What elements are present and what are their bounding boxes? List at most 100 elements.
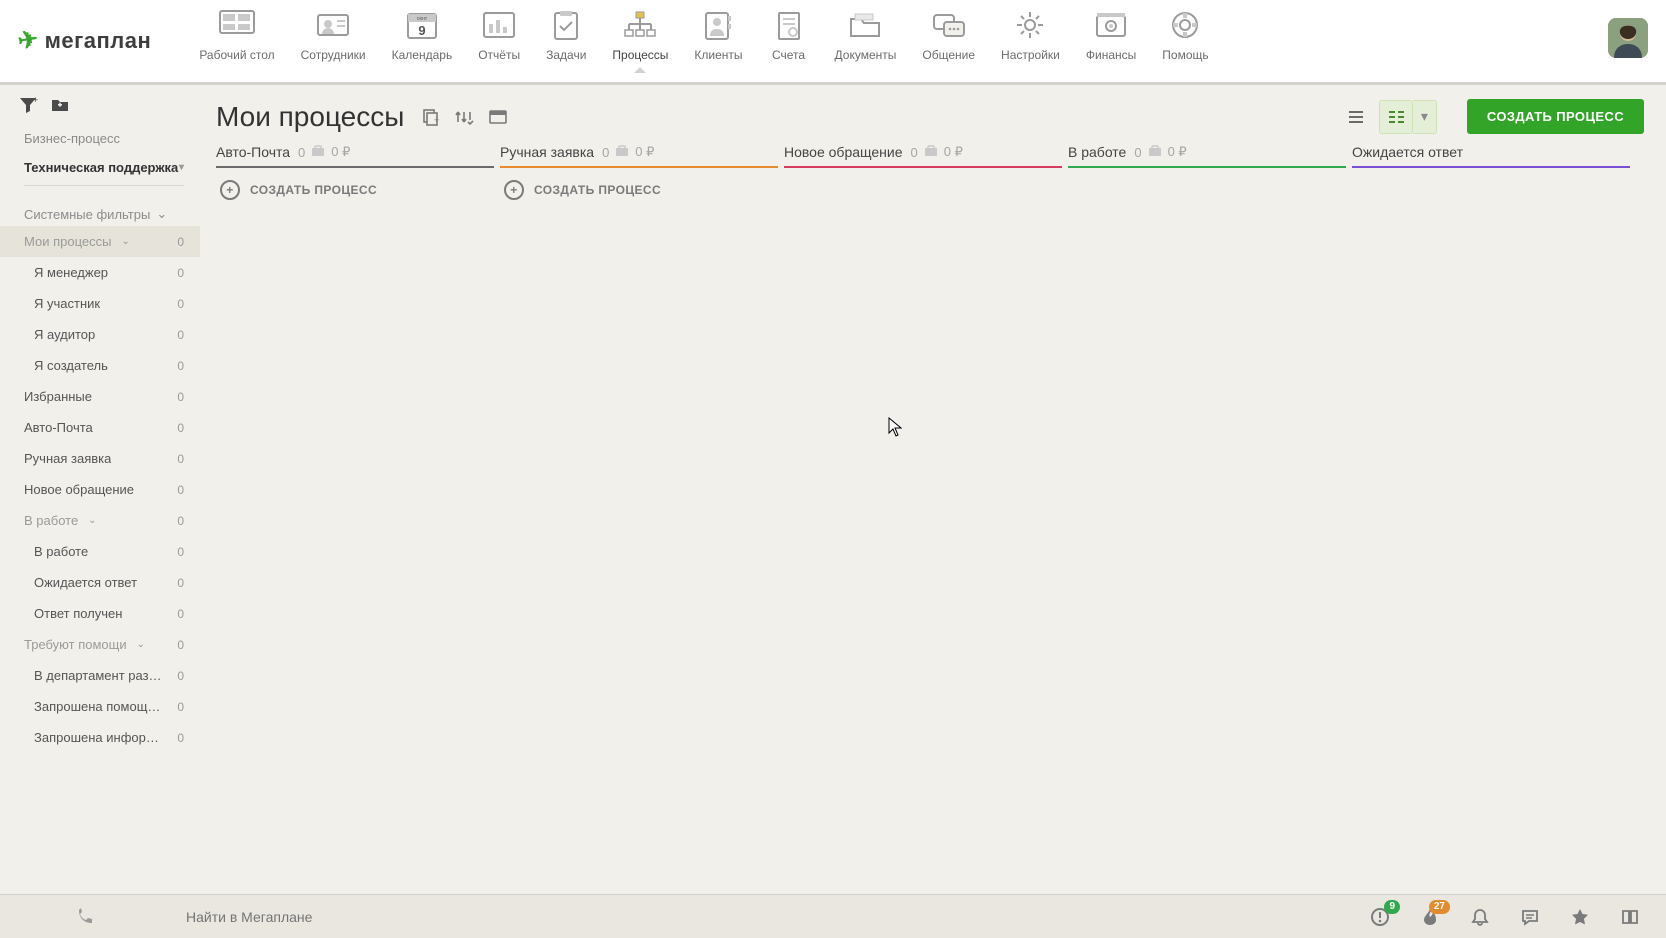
search-input[interactable]: [186, 902, 1328, 932]
filter-add-icon[interactable]: +: [18, 95, 38, 115]
column-title: В работе: [1068, 144, 1126, 160]
messages-icon[interactable]: [1520, 907, 1540, 927]
column-header[interactable]: Новое обращение00 ₽: [784, 144, 1062, 168]
sidebar-item-label: Мои процессы: [24, 234, 111, 249]
sidebar-item-label: Требуют помощи: [24, 637, 127, 652]
view-list-button[interactable]: [1339, 100, 1373, 134]
tasks-icon: [546, 8, 586, 42]
nav-processes[interactable]: Процессы: [612, 8, 668, 62]
sidebar-item[interactable]: Запрошена помощь ...0: [0, 691, 200, 722]
sidebar-item-count: 0: [177, 390, 184, 404]
column-header[interactable]: Ручная заявка00 ₽: [500, 144, 778, 168]
sidebar-item-count: 0: [177, 235, 184, 249]
sidebar-item[interactable]: Новое обращение0: [0, 474, 200, 505]
sort-icon[interactable]: [454, 107, 474, 127]
nav-documents[interactable]: Документы: [835, 8, 897, 62]
book-icon[interactable]: [1620, 907, 1640, 927]
nav-finance[interactable]: Финансы: [1086, 8, 1136, 62]
nav-calendar[interactable]: сент9 Календарь: [392, 8, 453, 62]
sidebar-process-select[interactable]: Техническая поддержка ▾: [24, 152, 184, 186]
sidebar-item-count: 0: [177, 607, 184, 621]
column-add-button[interactable]: +СОЗДАТЬ ПРОЦЕСС: [500, 168, 778, 200]
kanban-column: Ожидается ответ: [1352, 144, 1636, 894]
folder-add-icon[interactable]: [50, 95, 70, 115]
briefcase-icon: [615, 145, 629, 160]
documents-icon: [845, 8, 885, 42]
search-box: [170, 902, 1344, 932]
sidebar-item[interactable]: Ответ получен 0: [0, 598, 200, 629]
fire-icon[interactable]: 27: [1420, 907, 1440, 927]
column-count: 0: [602, 145, 609, 160]
kanban-board[interactable]: Авто-Почта00 ₽+СОЗДАТЬ ПРОЦЕССРучная зая…: [200, 140, 1666, 894]
sidebar-item-label: Я создатель: [34, 358, 108, 373]
caret-down-icon: ▾: [179, 162, 184, 173]
star-icon[interactable]: [1570, 907, 1590, 927]
chat-icon: [929, 8, 969, 42]
svg-text:+: +: [33, 95, 38, 105]
nav-tasks[interactable]: Задачи: [546, 8, 586, 62]
nav-settings[interactable]: Настройки: [1001, 8, 1060, 62]
svg-text:9: 9: [418, 23, 425, 38]
sidebar-item[interactable]: Я создатель0: [0, 350, 200, 381]
nav-help[interactable]: Помощь: [1162, 8, 1208, 62]
create-process-button[interactable]: СОЗДАТЬ ПРОЦЕСС: [1467, 99, 1644, 134]
sidebar-item[interactable]: В работе0: [0, 536, 200, 567]
sidebar-item[interactable]: Я участник0: [0, 288, 200, 319]
column-add-button[interactable]: +СОЗДАТЬ ПРОЦЕСС: [216, 168, 494, 200]
view-options-caret[interactable]: ▾: [1413, 100, 1437, 134]
sidebar-item-label: В работе: [24, 513, 78, 528]
sidebar-item[interactable]: Я менеджер0: [0, 257, 200, 288]
sidebar-item[interactable]: Ожидается ответ0: [0, 567, 200, 598]
processes-icon: [620, 8, 660, 42]
content-header: Мои процессы + ▾ СОЗДАТЬ ПРОЦЕСС: [200, 85, 1666, 140]
sidebar-filters-header[interactable]: Системные фильтры ⌄: [0, 192, 200, 226]
column-header[interactable]: Ожидается ответ: [1352, 144, 1630, 168]
alerts-icon[interactable]: 9: [1370, 907, 1390, 927]
briefcase-icon: [924, 145, 938, 160]
kanban-column: Ручная заявка00 ₽+СОЗДАТЬ ПРОЦЕСС: [500, 144, 784, 894]
sidebar-item-label: Ответ получен: [34, 606, 122, 621]
sidebar-item[interactable]: Требуют помощи⌄0: [0, 629, 200, 660]
column-count: 0: [1134, 145, 1141, 160]
kanban-column: Авто-Почта00 ₽+СОЗДАТЬ ПРОЦЕСС: [216, 144, 500, 894]
bell-icon[interactable]: [1470, 907, 1490, 927]
sidebar-item[interactable]: Запрошена информа...0: [0, 722, 200, 753]
sidebar-item[interactable]: Ручная заявка0: [0, 443, 200, 474]
user-avatar[interactable]: [1608, 18, 1648, 58]
nav-chat[interactable]: Общение: [922, 8, 975, 62]
phone-button[interactable]: [0, 907, 170, 927]
sidebar-item[interactable]: Авто-Почта0: [0, 412, 200, 443]
sidebar-item-label: В работе: [34, 544, 88, 559]
view-board-button[interactable]: [1379, 100, 1413, 134]
column-title: Новое обращение: [784, 144, 903, 160]
logo[interactable]: ✈ мегаплан: [18, 26, 151, 55]
sidebar-item-label: Я менеджер: [34, 265, 108, 280]
sidebar-filter-list: Мои процессы⌄0Я менеджер0Я участник0Я ау…: [0, 226, 200, 753]
column-header[interactable]: Авто-Почта00 ₽: [216, 144, 494, 168]
sidebar-item-label: Ожидается ответ: [34, 575, 137, 590]
sidebar-item-count: 0: [177, 700, 184, 714]
desktop-icon: [217, 8, 257, 42]
topbar: ✈ мегаплан Рабочий стол Сотрудники сент9…: [0, 0, 1666, 85]
view-toggle: ▾: [1339, 100, 1437, 134]
column-count: 0: [298, 145, 305, 160]
nav-desktop[interactable]: Рабочий стол: [199, 8, 274, 62]
column-add-label: СОЗДАТЬ ПРОЦЕСС: [250, 183, 377, 197]
nav-reports[interactable]: Отчёты: [478, 8, 520, 62]
sidebar-category-label: Бизнес-процесс: [24, 125, 184, 152]
sidebar-item[interactable]: В департамент разр...0: [0, 660, 200, 691]
sidebar-item[interactable]: Мои процессы⌄0: [0, 226, 200, 257]
copy-icon[interactable]: +: [420, 107, 440, 127]
card-icon[interactable]: [488, 107, 508, 127]
column-price: 0 ₽: [944, 144, 963, 160]
invoices-icon: [769, 8, 809, 42]
nav-employees[interactable]: Сотрудники: [301, 8, 366, 62]
nav-clients[interactable]: Клиенты: [694, 8, 742, 62]
nav-invoices[interactable]: Счета: [769, 8, 809, 62]
sidebar-item[interactable]: Избранные0: [0, 381, 200, 412]
column-header[interactable]: В работе00 ₽: [1068, 144, 1346, 168]
sidebar-item[interactable]: В работе⌄0: [0, 505, 200, 536]
briefcase-icon: [1148, 145, 1162, 160]
sidebar-item[interactable]: Я аудитор0: [0, 319, 200, 350]
main-nav: Рабочий стол Сотрудники сент9 Календарь …: [199, 8, 1208, 62]
